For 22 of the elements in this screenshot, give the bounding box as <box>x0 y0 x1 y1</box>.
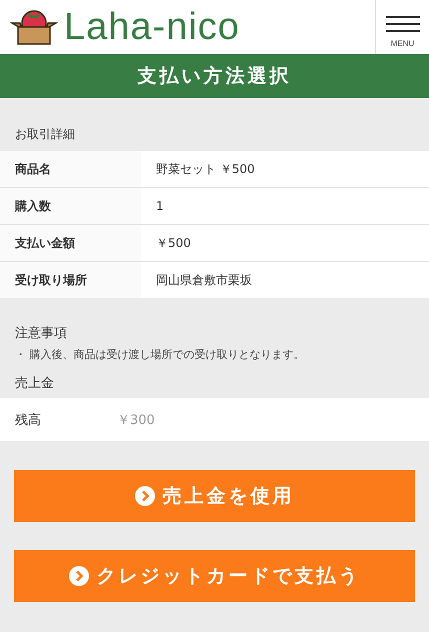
field-label: 商品名 <box>0 151 141 187</box>
field-label: 購入数 <box>0 188 141 224</box>
payment-button[interactable]: クレジットカードで支払う <box>14 550 415 602</box>
payment-button[interactable]: 売上金を使用 <box>14 470 415 522</box>
field-value: 岡山県倉敷市栗坂 <box>155 272 252 288</box>
field-value: 1 <box>155 198 164 215</box>
balance-value: ￥300 <box>117 412 155 428</box>
chevron-circle-icon <box>68 566 88 586</box>
notice-text: ・ 購入後、商品は受け渡し場所での受け取りとなります。 <box>15 347 306 362</box>
sales-heading: 売上金 <box>15 375 55 392</box>
field-value: ￥500 <box>155 234 191 252</box>
chevron-circle-icon <box>134 486 154 506</box>
tomato-basket-icon <box>10 9 58 45</box>
field-label: 支払い金額 <box>0 225 141 261</box>
balance-label: 残高 <box>15 412 42 428</box>
section-heading: お取引詳細 <box>14 126 76 143</box>
logo-text: Laha-nico <box>64 6 240 48</box>
notes-heading: 注意事項 <box>15 325 68 342</box>
field-label: 受け取り場所 <box>0 262 141 298</box>
field-value: 野菜セット ￥500 <box>155 160 255 178</box>
page-title: 支払い方法選択 <box>0 54 429 98</box>
menu-icon <box>386 14 420 32</box>
